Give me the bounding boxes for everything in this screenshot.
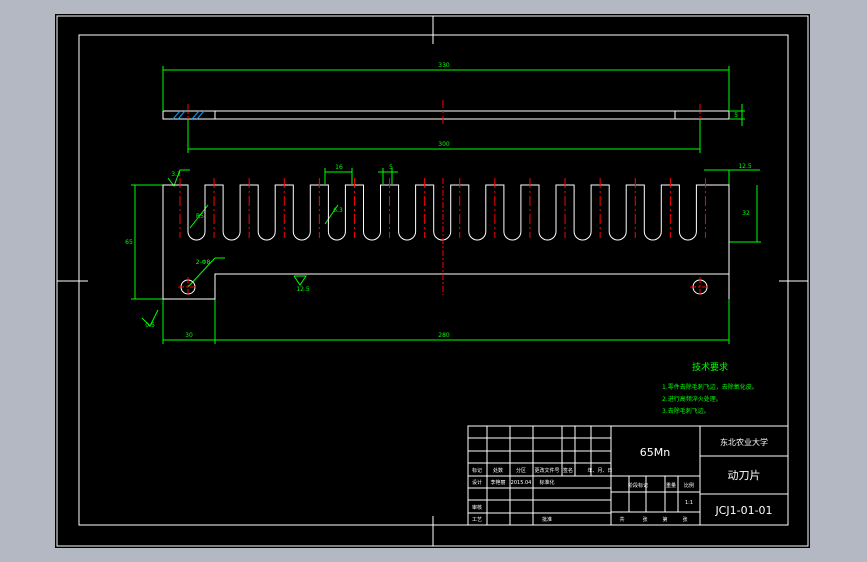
sheet-no-label: 第	[662, 516, 667, 523]
dim-bottom-left: 30	[185, 332, 193, 339]
dim-right-height: 32	[742, 210, 750, 217]
dim-tooth-fillet: R5	[196, 213, 204, 220]
header-row: 标记 处数 分区 更改文件号 签名 年、月、日	[472, 467, 613, 474]
dim-top-inner: 300	[438, 141, 450, 148]
header-count: 处数	[493, 467, 503, 474]
sheet-unit-2: 张	[682, 516, 687, 523]
school-name: 东北农业大学	[720, 437, 768, 447]
tech-item-1: 1.零件去除毛刺飞边，去除氧化皮。	[662, 383, 758, 391]
tech-title: 技术要求	[692, 361, 728, 373]
process-label: 工艺	[472, 517, 482, 523]
part-name: 动刀片	[728, 469, 761, 482]
header-mark: 标记	[472, 467, 482, 474]
header-date: 年、月、日	[587, 467, 612, 474]
header-zone: 分区	[516, 467, 526, 474]
approve-label: 批准	[542, 516, 552, 523]
sheet-unit-1: 张	[642, 516, 647, 523]
standardization-label: 标准化	[539, 479, 554, 486]
sheet-total-label: 共	[619, 516, 624, 523]
dim-thickness: 5	[734, 112, 738, 119]
stage-mark-label: 阶段标记	[628, 482, 648, 489]
drawing-number: JCJ1-01-01	[714, 504, 772, 517]
dim-left-height: 65	[125, 239, 133, 246]
scale-label: 比例	[684, 482, 694, 489]
dim-roughness-mid: 12.5	[296, 286, 310, 293]
header-sign: 签名	[563, 467, 573, 474]
dim-roughness-top: 3.2	[171, 171, 181, 178]
dim-chamfer: 6.3	[333, 207, 343, 214]
dim-roughness-small: 0.5	[145, 322, 155, 329]
design-date: 2015.04	[511, 480, 532, 486]
review-label: 审核	[472, 504, 482, 511]
design-label: 设计	[472, 479, 482, 486]
designer-name: 李艳丽	[490, 479, 505, 486]
dim-hole: 2-Φ8	[196, 259, 211, 266]
scale-value: 1:1	[685, 500, 693, 506]
weight-label: 重量	[666, 482, 676, 489]
dim-tooth-pitch: 16	[335, 164, 343, 171]
cad-drawing: 330 300 5 16 5 3.2 12.5 32 65 R5 2-Φ8 12…	[55, 14, 810, 548]
header-change-doc: 更改文件号	[534, 467, 559, 474]
dim-bottom-width: 280	[438, 332, 450, 339]
dim-tooth-gap: 5	[389, 164, 393, 171]
material-text: 65Mn	[640, 446, 670, 459]
tech-item-2: 2.进行高频淬火处理。	[662, 395, 722, 403]
dim-top-overall: 330	[438, 62, 450, 69]
tech-item-3: 3.去除毛刺飞边。	[662, 407, 710, 415]
dim-right-offset: 12.5	[738, 163, 752, 170]
